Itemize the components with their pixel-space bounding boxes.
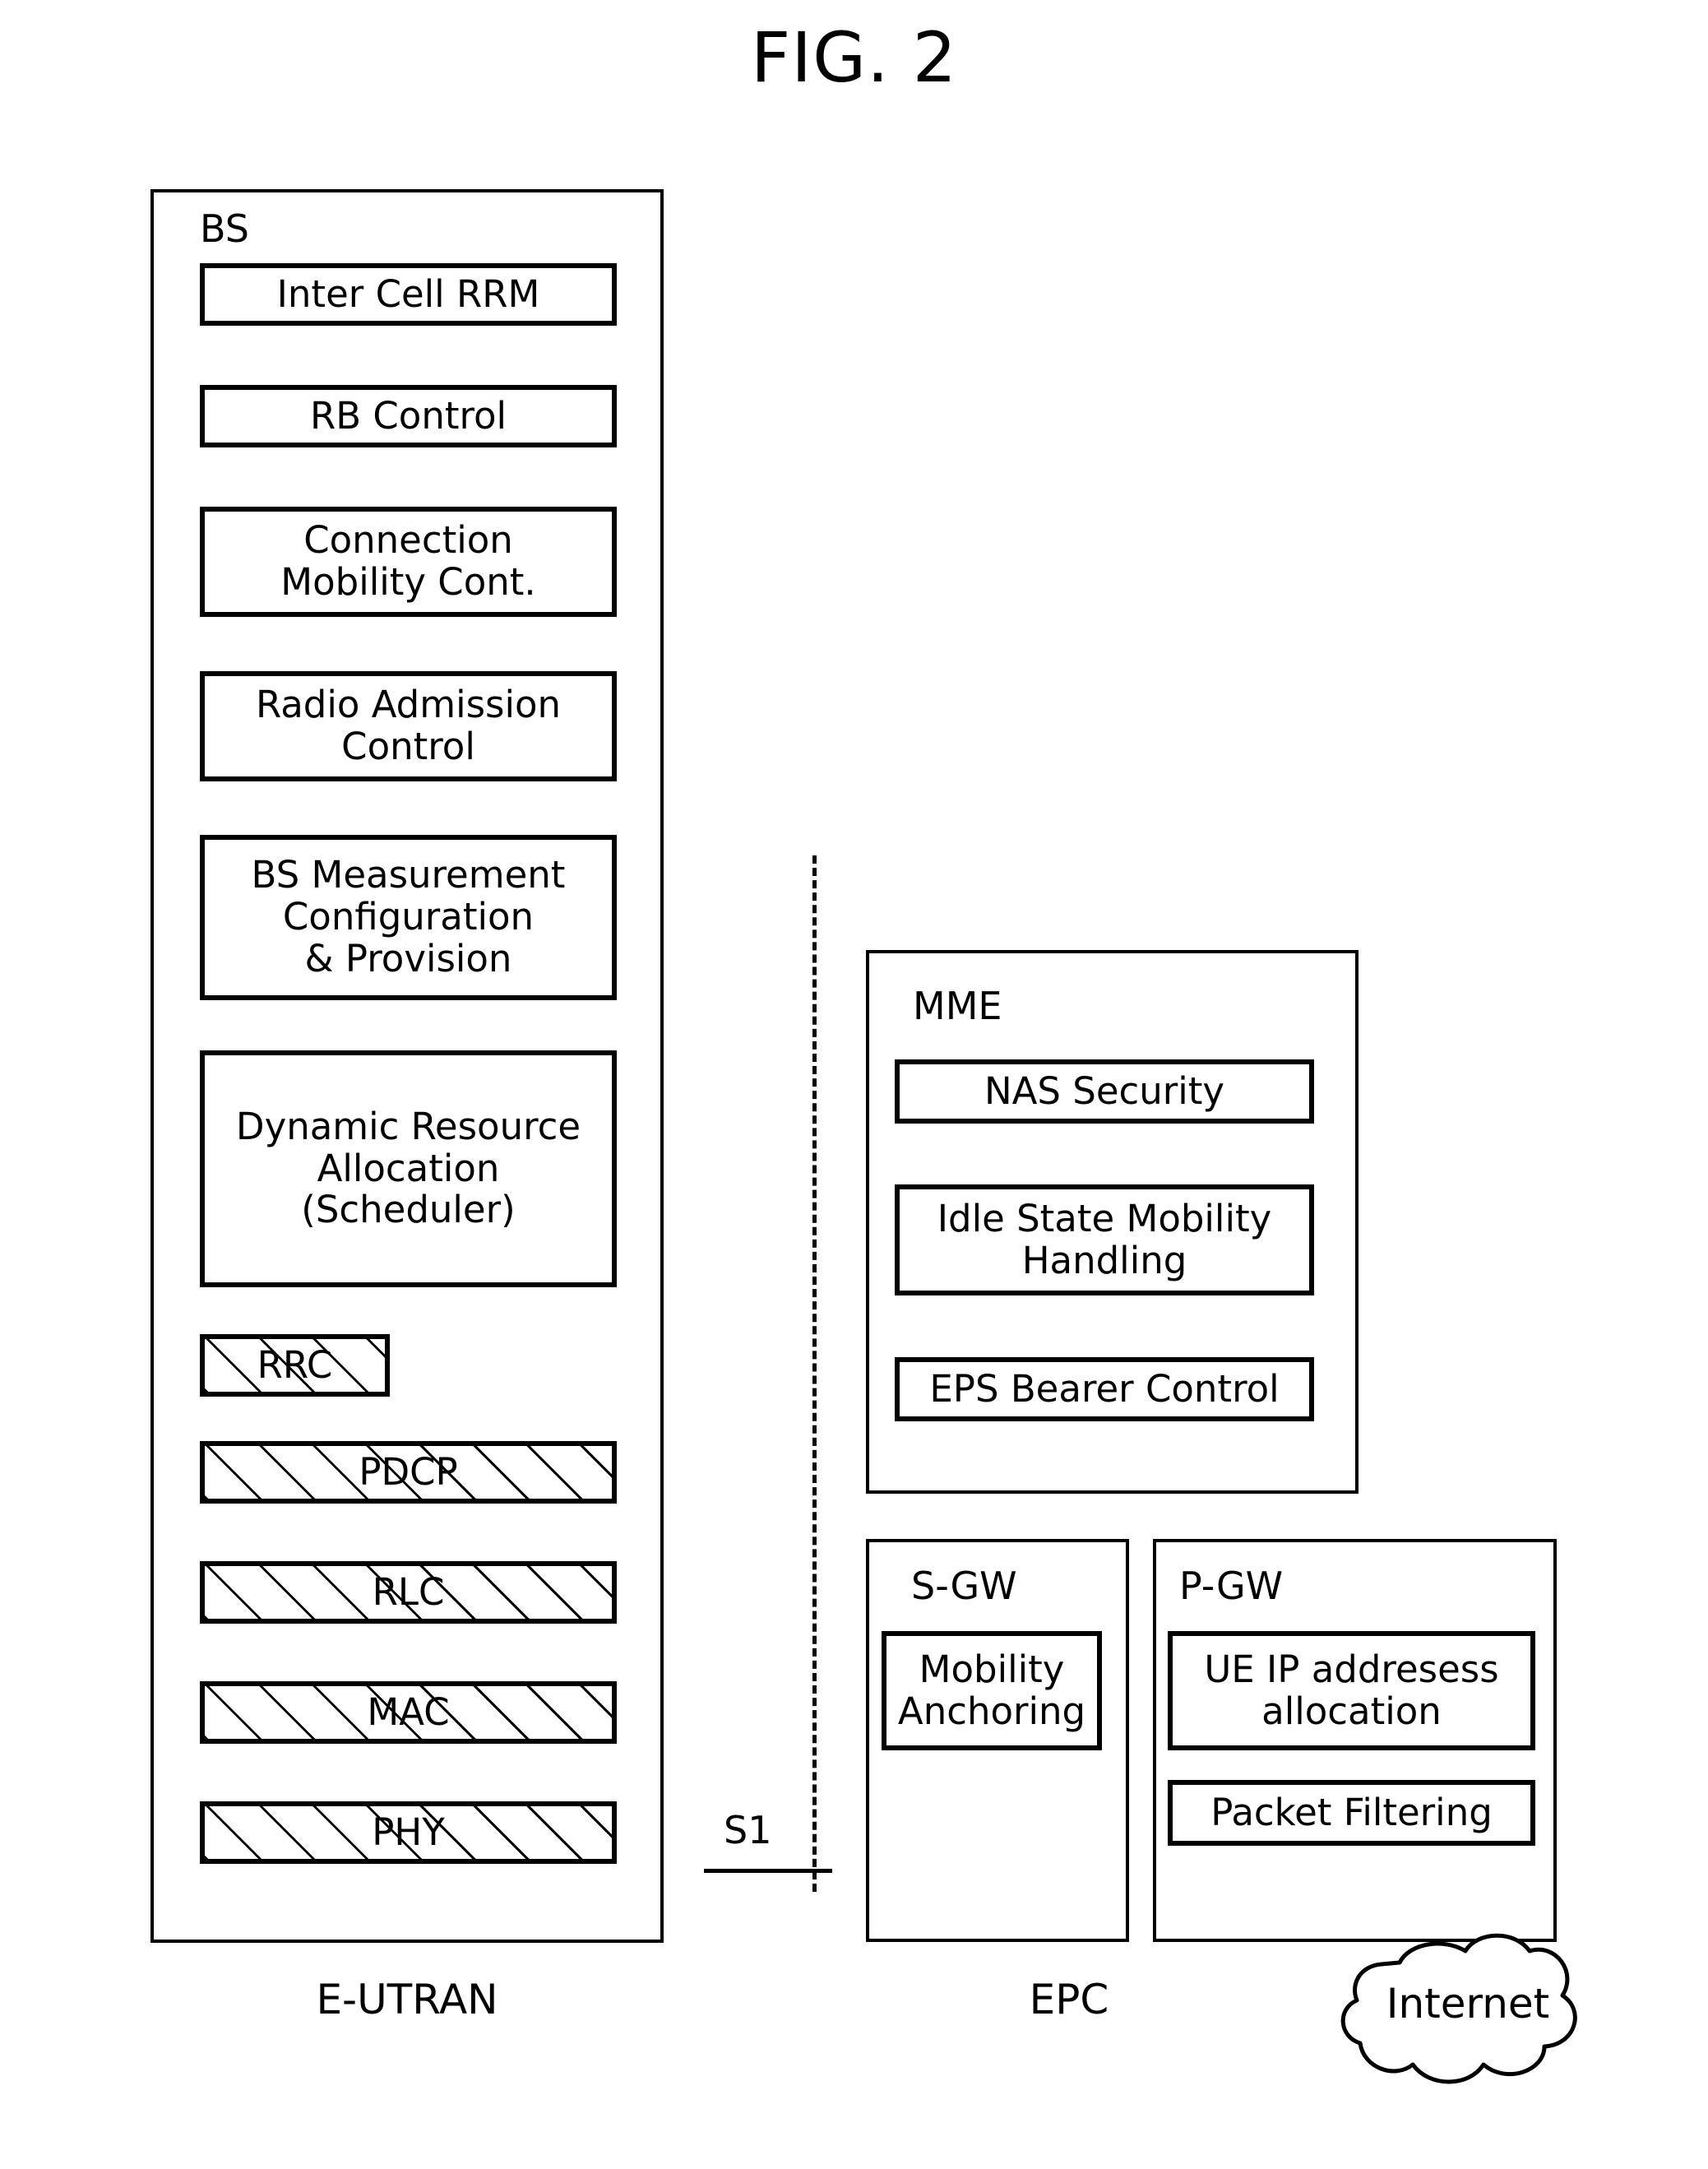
block-phy[interactable]: PHY bbox=[200, 1801, 617, 1864]
block-label: BS Measurement Configuration & Provision bbox=[251, 853, 566, 980]
block-connection-mobility-cont[interactable]: Connection Mobility Cont. bbox=[200, 507, 617, 617]
block-label: Idle State Mobility Handling bbox=[937, 1196, 1272, 1282]
block-rb-control[interactable]: RB Control bbox=[200, 385, 617, 447]
block-label: Connection Mobility Cont. bbox=[280, 518, 536, 604]
block-inter-cell-rrm[interactable]: Inter Cell RRM bbox=[200, 263, 617, 326]
figure-canvas: FIG. 2 BS Inter Cell RRM RB Control Conn… bbox=[0, 0, 1708, 2169]
block-label: Inter Cell RRM bbox=[276, 271, 540, 316]
block-rrc[interactable]: RRC bbox=[200, 1334, 390, 1397]
network-boundary-divider bbox=[812, 855, 817, 1892]
block-label: MAC bbox=[367, 1690, 450, 1735]
block-label: Packet Filtering bbox=[1210, 1790, 1493, 1834]
cloud-shape-icon bbox=[1340, 1933, 1577, 2084]
block-mobility-anchoring[interactable]: Mobility Anchoring bbox=[882, 1631, 1102, 1750]
s1-interface-label: S1 bbox=[724, 1808, 772, 1852]
block-label: RRC bbox=[257, 1343, 333, 1388]
block-mac[interactable]: MAC bbox=[200, 1681, 617, 1744]
block-dynamic-resource-allocation[interactable]: Dynamic Resource Allocation (Scheduler) bbox=[200, 1050, 617, 1287]
figure-title: FIG. 2 bbox=[750, 17, 958, 98]
block-nas-security[interactable]: NAS Security bbox=[895, 1059, 1314, 1124]
block-label: PDCP bbox=[359, 1450, 458, 1495]
block-rlc[interactable]: RLC bbox=[200, 1561, 617, 1624]
block-radio-admission-control[interactable]: Radio Admission Control bbox=[200, 671, 617, 781]
pgw-label: P-GW bbox=[1179, 1564, 1284, 1608]
block-label: RLC bbox=[372, 1570, 445, 1615]
block-ue-ip-address-allocation[interactable]: UE IP addresess allocation bbox=[1168, 1631, 1535, 1750]
epc-caption: EPC bbox=[1029, 1976, 1109, 2023]
bs-label: BS bbox=[200, 206, 249, 251]
block-label: EPS Bearer Control bbox=[929, 1366, 1280, 1411]
block-label: PHY bbox=[372, 1810, 445, 1855]
mme-label: MME bbox=[913, 984, 1002, 1028]
block-label: Mobility Anchoring bbox=[897, 1647, 1086, 1733]
block-eps-bearer-control[interactable]: EPS Bearer Control bbox=[895, 1357, 1314, 1421]
block-packet-filtering[interactable]: Packet Filtering bbox=[1168, 1780, 1535, 1846]
internet-cloud: Internet bbox=[1324, 1915, 1612, 2120]
block-label: Dynamic Resource Allocation (Scheduler) bbox=[235, 1104, 581, 1232]
block-label: Radio Admission Control bbox=[255, 683, 562, 768]
block-label: UE IP addresess allocation bbox=[1204, 1647, 1499, 1733]
sgw-label: S-GW bbox=[911, 1564, 1017, 1608]
block-label: RB Control bbox=[309, 393, 507, 438]
eutran-caption: E-UTRAN bbox=[316, 1976, 498, 2023]
block-label: NAS Security bbox=[984, 1068, 1225, 1113]
block-bs-measurement-configuration[interactable]: BS Measurement Configuration & Provision bbox=[200, 835, 617, 1000]
block-pdcp[interactable]: PDCP bbox=[200, 1441, 617, 1504]
block-idle-state-mobility-handling[interactable]: Idle State Mobility Handling bbox=[895, 1184, 1314, 1295]
